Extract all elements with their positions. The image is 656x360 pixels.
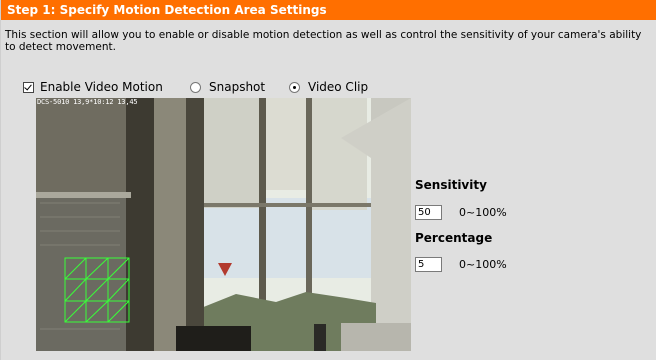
percentage-label: Percentage: [415, 231, 493, 245]
video-clip-label: Video Clip: [308, 80, 369, 94]
enable-video-motion-checkbox[interactable]: [23, 81, 34, 93]
camera-live-view[interactable]: DCS-5010 13,9*10:12 13,45: [36, 98, 411, 351]
sensitivity-label: Sensitivity: [415, 178, 487, 192]
enable-video-motion-label: Enable Video Motion: [40, 80, 163, 94]
motion-detection-panel: Step 1: Specify Motion Detection Area Se…: [0, 0, 656, 360]
percentage-range-hint: 0~100%: [459, 258, 507, 271]
camera-timestamp-overlay: DCS-5010 13,9*10:12 13,45: [37, 98, 138, 106]
video-clip-option[interactable]: Video Clip: [289, 80, 368, 94]
snapshot-radio[interactable]: [190, 81, 201, 93]
snapshot-option[interactable]: Snapshot: [190, 80, 265, 94]
camera-scene-image: [36, 98, 411, 351]
section-header: Step 1: Specify Motion Detection Area Se…: [1, 0, 656, 20]
snapshot-label: Snapshot: [209, 80, 266, 94]
sensitivity-input[interactable]: 50: [415, 205, 442, 220]
section-title: Step 1: Specify Motion Detection Area Se…: [7, 3, 327, 17]
percentage-input[interactable]: 5: [415, 257, 442, 272]
video-clip-radio[interactable]: [289, 81, 300, 93]
section-description: This section will allow you to enable or…: [5, 29, 642, 53]
enable-video-motion-option[interactable]: Enable Video Motion: [23, 80, 163, 94]
sensitivity-range-hint: 0~100%: [459, 206, 507, 219]
